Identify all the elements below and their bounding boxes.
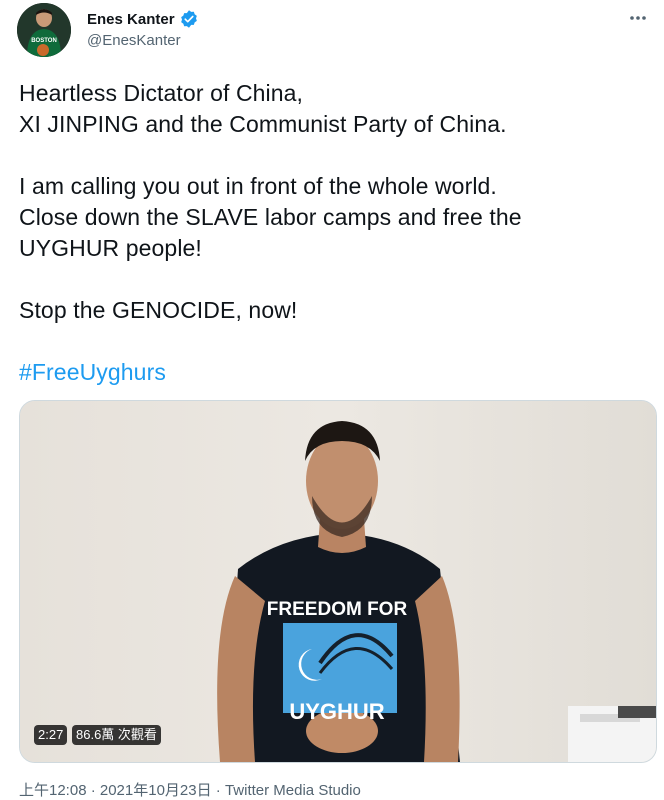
tweet-line-break bbox=[19, 264, 639, 295]
tweet-line: UYGHUR people! bbox=[19, 235, 202, 261]
tweet-line-break bbox=[19, 326, 639, 357]
tweet-source[interactable]: Twitter Media Studio bbox=[225, 782, 361, 799]
hashtag-link[interactable]: #FreeUyghurs bbox=[19, 357, 639, 388]
video-frame: FREEDOM FOR UYGHUR bbox=[20, 401, 656, 762]
shirt-text-bottom: UYGHUR bbox=[289, 699, 384, 724]
tweet-timestamp[interactable]: 上午12:08 · 2021年10月23日 bbox=[19, 782, 212, 799]
video-player[interactable]: FREEDOM FOR UYGHUR bbox=[19, 400, 657, 763]
tweet-line: Close down the SLAVE labor camps and fre… bbox=[19, 204, 522, 230]
tweet-meta: 上午12:08 · 2021年10月23日 · Twitter Media St… bbox=[19, 779, 361, 800]
author-handle[interactable]: @EnesKanter bbox=[87, 32, 181, 49]
more-horizontal-icon[interactable] bbox=[628, 8, 648, 28]
author-name-text[interactable]: Enes Kanter bbox=[87, 11, 175, 28]
tweet-line: I am calling you out in front of the who… bbox=[19, 173, 497, 199]
meta-separator: · bbox=[211, 782, 225, 799]
avatar[interactable]: BOSTON bbox=[17, 3, 71, 57]
tweet-line-break bbox=[19, 140, 639, 171]
shirt-text-top: FREEDOM FOR bbox=[267, 599, 408, 620]
tweet-text: Heartless Dictator of China, XI JINPING … bbox=[19, 78, 639, 388]
video-views-badge: 86.6萬 次觀看 bbox=[72, 725, 161, 745]
verified-badge-icon bbox=[179, 9, 199, 29]
tweet-line: Heartless Dictator of China, bbox=[19, 80, 304, 106]
avatar-jersey-text: BOSTON bbox=[31, 38, 57, 44]
video-duration-badge: 2:27 bbox=[34, 725, 68, 745]
tweet-line: XI JINPING and the Communist Party of Ch… bbox=[19, 111, 507, 137]
tweet-line: Stop the GENOCIDE, now! bbox=[19, 297, 298, 323]
author-display-name[interactable]: Enes Kanter bbox=[87, 9, 199, 29]
